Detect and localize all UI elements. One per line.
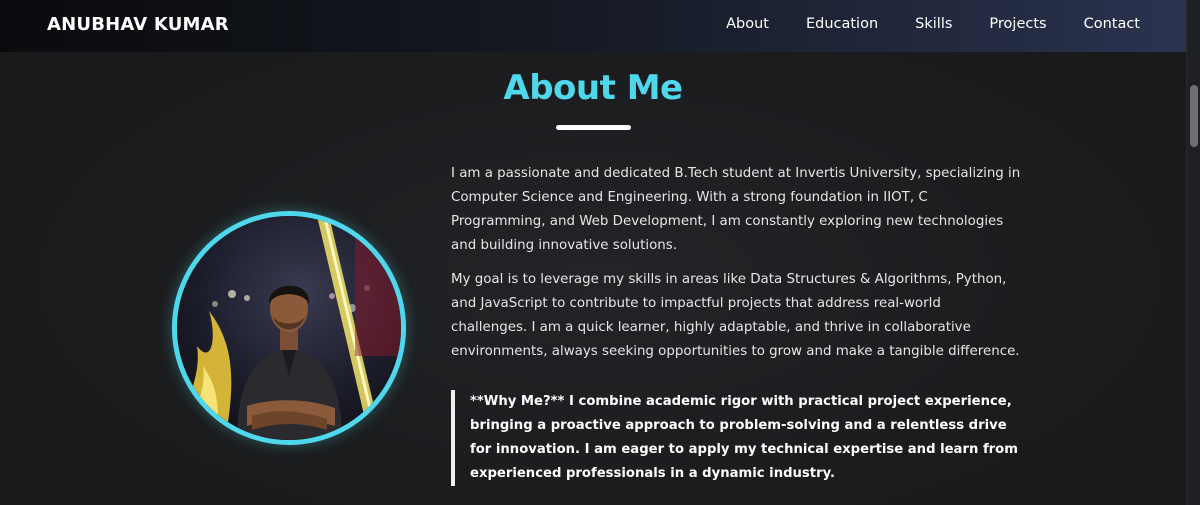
nav-link-about[interactable]: About	[726, 16, 769, 32]
nav-link-education[interactable]: Education	[806, 16, 878, 32]
nav-link-skills[interactable]: Skills	[915, 16, 952, 32]
brand-logo[interactable]: ANUBHAV KUMAR	[47, 14, 229, 35]
navbar: ANUBHAV KUMAR About Education Skills Pro…	[0, 0, 1186, 52]
nav-links: About Education Skills Projects Contact	[726, 16, 1140, 32]
nav-link-contact[interactable]: Contact	[1084, 16, 1140, 32]
about-paragraph-2: My goal is to leverage my skills in area…	[451, 272, 1020, 359]
about-paragraph-1: I am a passionate and dedicated B.Tech s…	[451, 166, 1021, 253]
profile-photo-image	[177, 216, 401, 440]
scrollbar-thumb[interactable]	[1190, 85, 1198, 147]
about-content: I am a passionate and dedicated B.Tech s…	[451, 162, 1021, 374]
scrollbar[interactable]	[1186, 0, 1200, 505]
page: ANUBHAV KUMAR About Education Skills Pro…	[0, 0, 1200, 505]
nav-link-projects[interactable]: Projects	[989, 16, 1046, 32]
why-me-highlight: **Why Me?** I combine academic rigor wit…	[451, 390, 1021, 486]
title-underline	[556, 125, 631, 130]
profile-photo	[172, 211, 406, 445]
section-title: About Me	[503, 68, 683, 108]
